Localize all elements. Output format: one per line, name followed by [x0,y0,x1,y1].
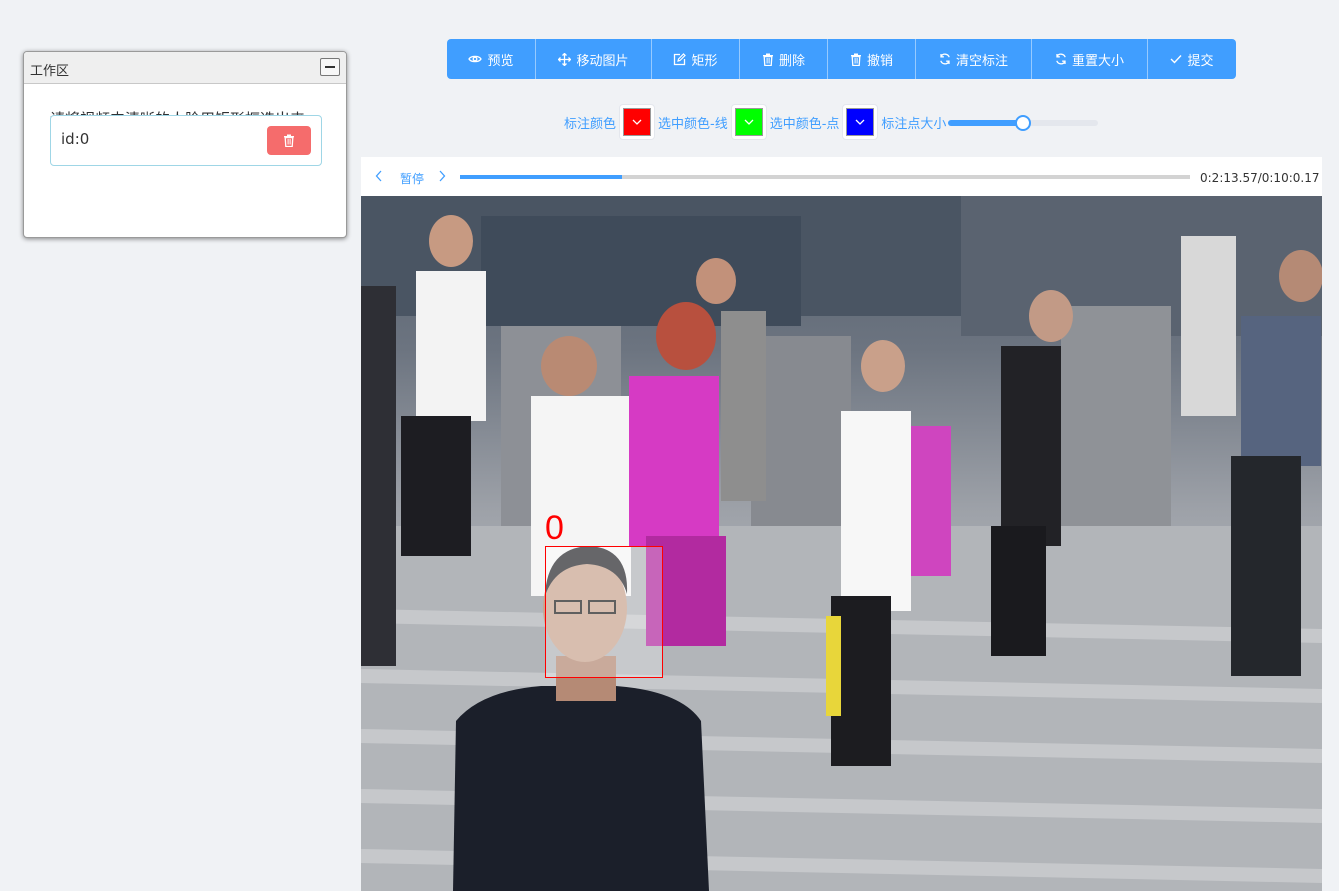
annotation-toolbar: 预览 移动图片 矩形 删除 撤销 清空标注 重置大小 提交 [447,39,1236,79]
chevron-down-icon [632,119,642,125]
chevron-left-icon[interactable] [375,170,383,182]
selected-line-color-picker[interactable] [730,104,767,140]
workspace-title: 工作区 [30,64,70,79]
move-icon [558,52,572,66]
selected-point-color-picker[interactable] [842,104,879,140]
edit-square-icon [674,52,687,65]
delete-button[interactable]: 删除 [740,39,828,79]
annotation-color-picker[interactable] [619,104,656,140]
annotation-color-label: 标注颜色 [564,116,617,132]
selected-line-color-label: 选中颜色-线 [658,116,728,132]
refresh-icon [1056,53,1066,65]
chevron-down-icon [855,119,865,125]
eye-icon [468,55,483,63]
delete-label: 删除 [778,53,805,69]
face-annotation-box[interactable] [545,546,663,678]
crowd-scene-image [361,196,1322,891]
trash-icon [284,134,294,147]
selected-point-color-label: 选中颜色-点 [769,116,840,132]
playback-time: 0:2:13.57/0:10:0.17 [1200,171,1320,185]
submit-button[interactable]: 提交 [1148,39,1236,79]
preview-label: 预览 [487,53,514,69]
clear-annotations-label: 清空标注 [955,53,1008,69]
rectangle-label: 矩形 [691,53,718,69]
chevron-right-icon[interactable] [438,170,446,182]
slider-thumb[interactable] [1015,115,1032,131]
reset-size-label: 重置大小 [1071,53,1124,69]
trash-icon [762,53,773,66]
undo-label: 撤销 [866,53,893,69]
point-size-slider[interactable] [948,112,1099,132]
refresh-icon [940,53,950,65]
rectangle-button[interactable]: 矩形 [652,39,740,79]
slider-fill [948,120,1024,126]
minimize-icon [325,66,335,68]
playback-progress-bar[interactable] [460,175,1190,179]
video-player: 暂停 0:2:13.57/0:10:0.17 0 [361,157,1322,891]
annotation-id-label: id:0 [61,130,90,148]
point-size-label: 标注点大小 [881,116,947,132]
playback-bar: 暂停 0:2:13.57/0:10:0.17 [361,157,1322,196]
clear-annotations-button[interactable]: 清空标注 [916,39,1032,79]
annotation-color-swatch [623,108,652,136]
submit-label: 提交 [1187,53,1214,69]
check-icon [1170,55,1182,64]
selected-line-color-swatch [734,108,763,136]
trash-icon [850,53,861,66]
delete-annotation-button[interactable] [267,126,311,155]
minimize-button[interactable] [320,58,340,76]
face-annotation-label: 0 [545,509,564,547]
selected-point-color-swatch [846,108,875,136]
reset-size-button[interactable]: 重置大小 [1032,39,1148,79]
workspace-panel: 工作区 请将视频中清晰的人脸用矩形框选出来 id:0 [23,51,347,238]
annotation-list-item[interactable]: id:0 [50,115,322,166]
video-frame[interactable]: 0 [361,196,1322,891]
pause-button[interactable]: 暂停 [400,170,424,187]
move-image-button[interactable]: 移动图片 [536,39,652,79]
undo-button[interactable]: 撤销 [828,39,916,79]
preview-button[interactable]: 预览 [447,39,536,79]
playback-progress-fill [460,175,623,179]
chevron-down-icon [744,119,754,125]
workspace-header[interactable]: 工作区 [24,52,346,84]
move-image-label: 移动图片 [576,53,629,69]
color-settings: 标注颜色 选中颜色-线 选中颜色-点 标注点大小 [564,104,1099,140]
